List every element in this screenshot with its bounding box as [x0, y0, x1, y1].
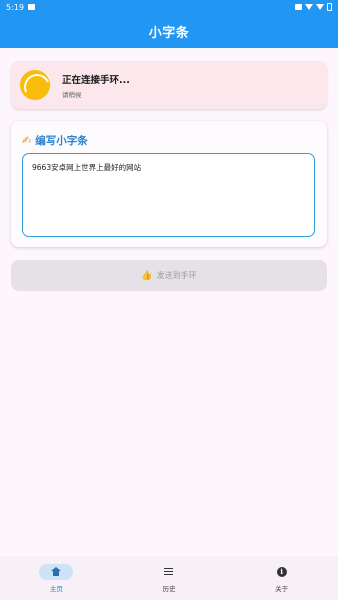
- nav-history-indicator: [152, 564, 186, 580]
- note-text-input[interactable]: 9663安卓网上世界上最好的网站: [22, 153, 315, 237]
- connection-title: 正在连接手环...: [62, 74, 130, 86]
- connection-text: 正在连接手环... 请稍候: [62, 72, 130, 99]
- wifi-icon: [305, 4, 313, 10]
- connection-subtitle: 请稍候: [62, 90, 82, 99]
- notification-icon: [27, 4, 35, 10]
- nfc-icon: [295, 4, 302, 10]
- app-bar: 小字条: [0, 14, 338, 48]
- send-to-band-button[interactable]: 👍 发送到手环: [11, 260, 327, 291]
- nav-label-home: 主页: [49, 584, 63, 593]
- write-note-card: ✍ 编写小字条 9663安卓网上世界上最好的网站: [11, 121, 327, 247]
- status-time: 5:19: [6, 2, 24, 12]
- write-note-title: 编写小字条: [35, 135, 88, 147]
- bottom-navigation: 主页 历史 i 关于: [0, 556, 338, 600]
- thumbs-up-icon: 👍: [141, 270, 153, 281]
- nav-item-about[interactable]: i 关于: [232, 564, 332, 593]
- status-icons: [295, 3, 332, 11]
- writing-hand-icon: ✍: [22, 134, 32, 147]
- list-icon: [164, 567, 174, 576]
- signal-icon: [316, 4, 324, 10]
- send-button-label: 发送到手环: [156, 271, 197, 280]
- nav-item-history[interactable]: 历史: [119, 564, 219, 593]
- nav-home-indicator: [39, 563, 74, 580]
- nav-item-home[interactable]: 主页: [6, 563, 106, 593]
- loading-spinner-icon: [20, 70, 50, 100]
- status-bar: 5:19: [0, 0, 338, 14]
- page-title: 小字条: [148, 25, 190, 41]
- battery-icon: [327, 3, 332, 11]
- info-icon: i: [276, 566, 287, 577]
- nav-about-indicator: i: [265, 564, 299, 580]
- nav-label-about: 关于: [275, 584, 289, 593]
- connection-status-card: 正在连接手环... 请稍候: [11, 61, 327, 109]
- write-note-header: ✍ 编写小字条: [22, 133, 88, 148]
- home-icon: [51, 567, 62, 576]
- nav-label-history: 历史: [162, 584, 176, 593]
